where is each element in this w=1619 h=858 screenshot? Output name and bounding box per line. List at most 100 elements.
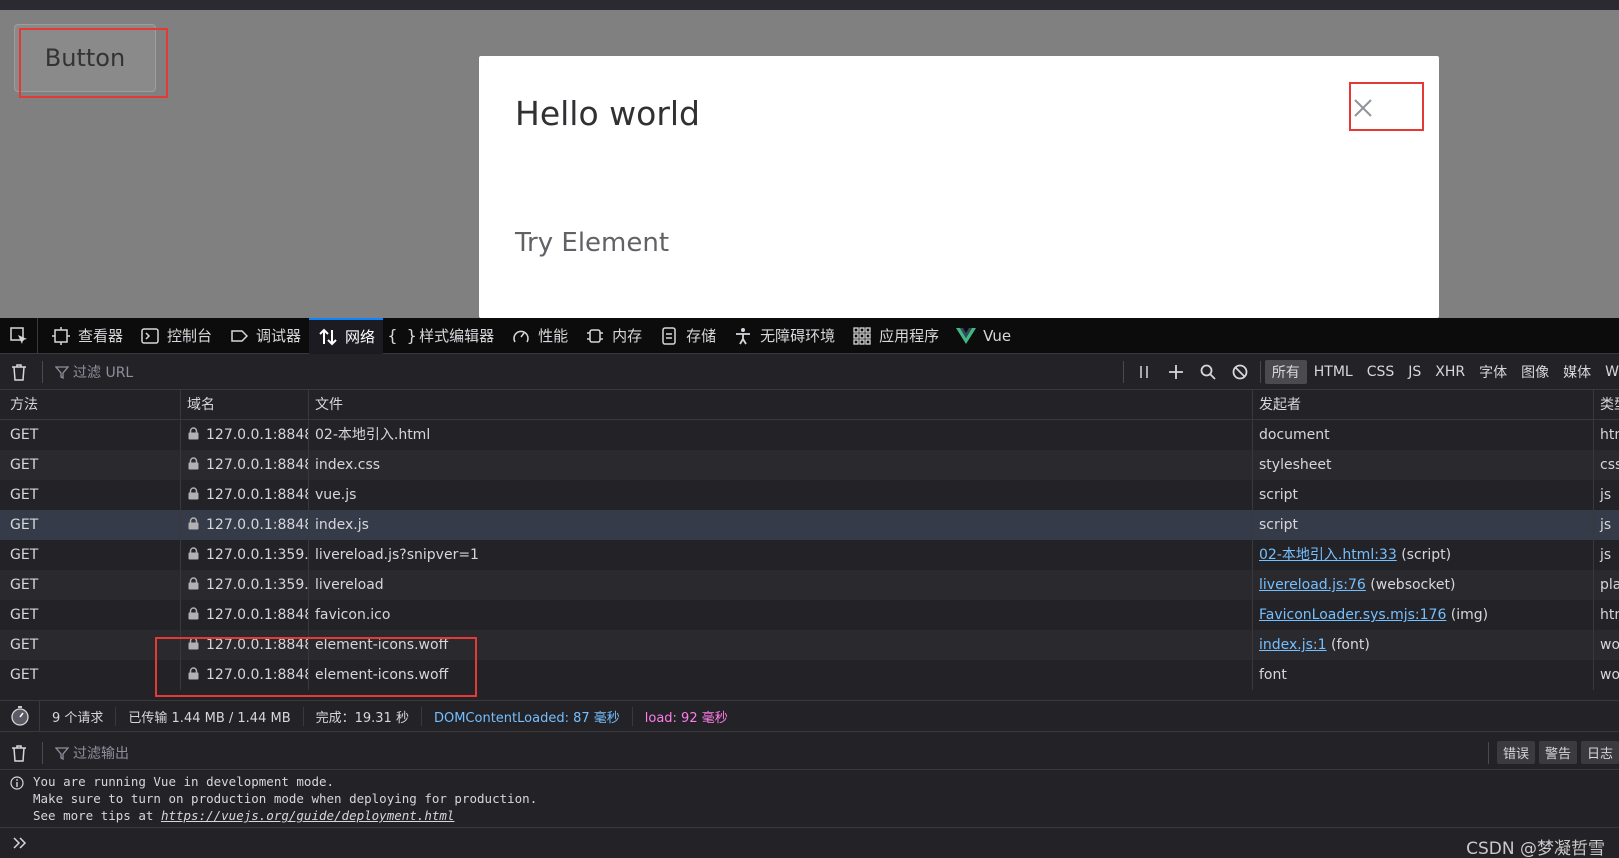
lock-icon <box>188 577 199 590</box>
row-file: livereload <box>308 570 1252 600</box>
row-file: livereload.js?snipver=1 <box>308 540 1252 570</box>
type-filter-all[interactable]: 所有 <box>1264 359 1307 384</box>
filter-icon <box>55 746 69 760</box>
tab-accessibility[interactable]: 无障碍环境 <box>724 318 843 354</box>
column-header-method[interactable]: 方法 <box>0 390 180 420</box>
table-row[interactable]: GET 127.0.0.1:8848 element-icons.woff font w… <box>0 660 1619 690</box>
network-table-body: GET127.0.0.1:884802-本地引入.htmldocumenthtm… <box>0 420 1619 690</box>
console-line-2: Make sure to turn on production mode whe… <box>33 791 538 806</box>
tab-label: 存储 <box>686 327 717 345</box>
type-filter-js[interactable]: JS <box>1401 362 1428 382</box>
initiator-link[interactable]: 02-本地引入.html:33 <box>1259 547 1397 563</box>
memory-icon <box>584 325 606 347</box>
row-type: css <box>1593 450 1619 480</box>
row-domain: 127.0.0.1:8848 <box>180 630 308 660</box>
column-header-file[interactable]: 文件 <box>308 390 1252 420</box>
row-file: index.js <box>308 510 1252 540</box>
element-picker-icon[interactable] <box>0 317 38 354</box>
row-initiator: FaviconLoader.sys.mjs:176 (img) <box>1252 600 1593 630</box>
performance-icon <box>510 325 532 347</box>
console-input[interactable] <box>0 828 1619 858</box>
console-level-errors[interactable]: 错误 <box>1496 741 1535 764</box>
column-header-domain[interactable]: 域名 <box>180 390 308 420</box>
status-transferred: 已传输 1.44 MB / 1.44 MB <box>116 706 304 726</box>
lock-icon <box>188 517 199 530</box>
type-filter-xhr[interactable]: XHR <box>1428 362 1472 382</box>
tab-vue[interactable]: Vue <box>947 318 1019 354</box>
storage-icon <box>658 325 680 347</box>
table-row[interactable]: GET 127.0.0.1:8848 index.js script js <box>0 510 1619 540</box>
tab-console[interactable]: 控制台 <box>131 318 220 354</box>
page-button[interactable]: Button <box>14 24 156 92</box>
timer-icon[interactable] <box>0 700 40 732</box>
vue-icon <box>955 325 977 347</box>
type-filter-font[interactable]: 字体 <box>1472 360 1514 384</box>
row-type: plain <box>1593 570 1619 600</box>
tab-memory[interactable]: 内存 <box>576 318 650 354</box>
tab-style-editor[interactable]: { } 样式编辑器 <box>383 318 502 354</box>
initiator-text: stylesheet <box>1259 457 1332 473</box>
status-load: load: 92 毫秒 <box>644 710 728 726</box>
type-filter-css[interactable]: CSS <box>1360 362 1402 382</box>
column-header-initiator[interactable]: 发起者 <box>1252 390 1593 420</box>
accessibility-icon <box>732 325 754 347</box>
tab-label: Vue <box>983 326 1012 345</box>
filter-url-placeholder: 过滤 URL <box>73 364 134 381</box>
row-type: js <box>1593 480 1619 510</box>
console-level-logs[interactable]: 日志 <box>1580 741 1619 764</box>
table-row[interactable]: GET 127.0.0.1:8848 vue.js script js <box>0 480 1619 510</box>
row-initiator: font <box>1252 660 1593 690</box>
deployment-link[interactable]: https://vuejs.org/guide/deployment.html <box>161 808 455 823</box>
tab-storage[interactable]: 存储 <box>650 318 724 354</box>
type-filter-image[interactable]: 图像 <box>1514 360 1556 384</box>
application-icon <box>851 325 873 347</box>
block-icon[interactable] <box>1224 354 1256 390</box>
table-row[interactable]: GET 127.0.0.1:884802-本地引入.html document htm… <box>0 420 1619 450</box>
row-initiator: stylesheet <box>1252 450 1593 480</box>
tab-application[interactable]: 应用程序 <box>843 318 947 354</box>
table-row[interactable]: GET 127.0.0.1:359... livereload.js?snipver… <box>0 540 1619 570</box>
table-row[interactable]: GET 127.0.0.1:8848index.css stylesheet css <box>0 450 1619 480</box>
initiator-link[interactable]: livereload.js:76 <box>1259 577 1366 593</box>
lock-icon <box>188 547 199 560</box>
lock-icon <box>188 607 199 620</box>
table-row[interactable]: GET 127.0.0.1:8848 favicon.ico FaviconLoade… <box>0 600 1619 630</box>
pause-icon[interactable] <box>1128 354 1160 390</box>
console-message: You are running Vue in development mode.… <box>0 770 1619 828</box>
row-method: GET <box>10 637 39 653</box>
initiator-link[interactable]: index.js:1 <box>1259 637 1327 653</box>
initiator-text: (websocket) <box>1365 577 1456 593</box>
type-filter-media[interactable]: 媒体 <box>1556 360 1598 384</box>
tab-label: 应用程序 <box>879 327 940 345</box>
table-row[interactable]: GET 127.0.0.1:8848 element-icons.woff index… <box>0 630 1619 660</box>
type-filter-html[interactable]: HTML <box>1307 362 1360 382</box>
column-header-type[interactable]: 类型 <box>1593 390 1619 420</box>
tab-label: 性能 <box>538 327 569 345</box>
type-filter-ws[interactable]: W <box>1598 362 1619 382</box>
console-filter-placeholder: 过滤输出 <box>73 745 129 762</box>
tab-debugger[interactable]: 调试器 <box>220 318 309 354</box>
trash-icon[interactable] <box>0 354 38 390</box>
table-row[interactable]: GET 127.0.0.1:359... livereload livereload.… <box>0 570 1619 600</box>
tab-performance[interactable]: 性能 <box>502 318 576 354</box>
dialog: Hello world Try Element <box>479 56 1439 318</box>
search-icon[interactable] <box>1192 354 1224 390</box>
close-icon[interactable] <box>1349 94 1377 122</box>
initiator-text: script <box>1259 487 1299 503</box>
tab-network[interactable]: 网络 <box>309 317 384 354</box>
row-domain-text: 127.0.0.1:359... <box>206 547 308 563</box>
dialog-title: Hello world <box>515 94 700 133</box>
filter-url-input[interactable]: 过滤 URL <box>55 362 1119 382</box>
row-domain-text: 127.0.0.1:8848 <box>206 487 308 503</box>
tab-inspector[interactable]: 查看器 <box>42 318 131 354</box>
console-filter-input[interactable]: 过滤输出 <box>55 743 1484 763</box>
console-level-warnings[interactable]: 警告 <box>1538 741 1577 764</box>
row-domain-text: 127.0.0.1:8848 <box>206 457 308 473</box>
plus-icon[interactable] <box>1160 354 1192 390</box>
initiator-link[interactable]: FaviconLoader.sys.mjs:176 <box>1259 607 1446 623</box>
row-file: favicon.ico <box>308 600 1252 630</box>
console-trash-icon[interactable] <box>0 736 38 770</box>
initiator-text: (font) <box>1326 637 1370 653</box>
row-file: 02-本地引入.html <box>308 420 1252 450</box>
lock-icon <box>188 457 199 470</box>
